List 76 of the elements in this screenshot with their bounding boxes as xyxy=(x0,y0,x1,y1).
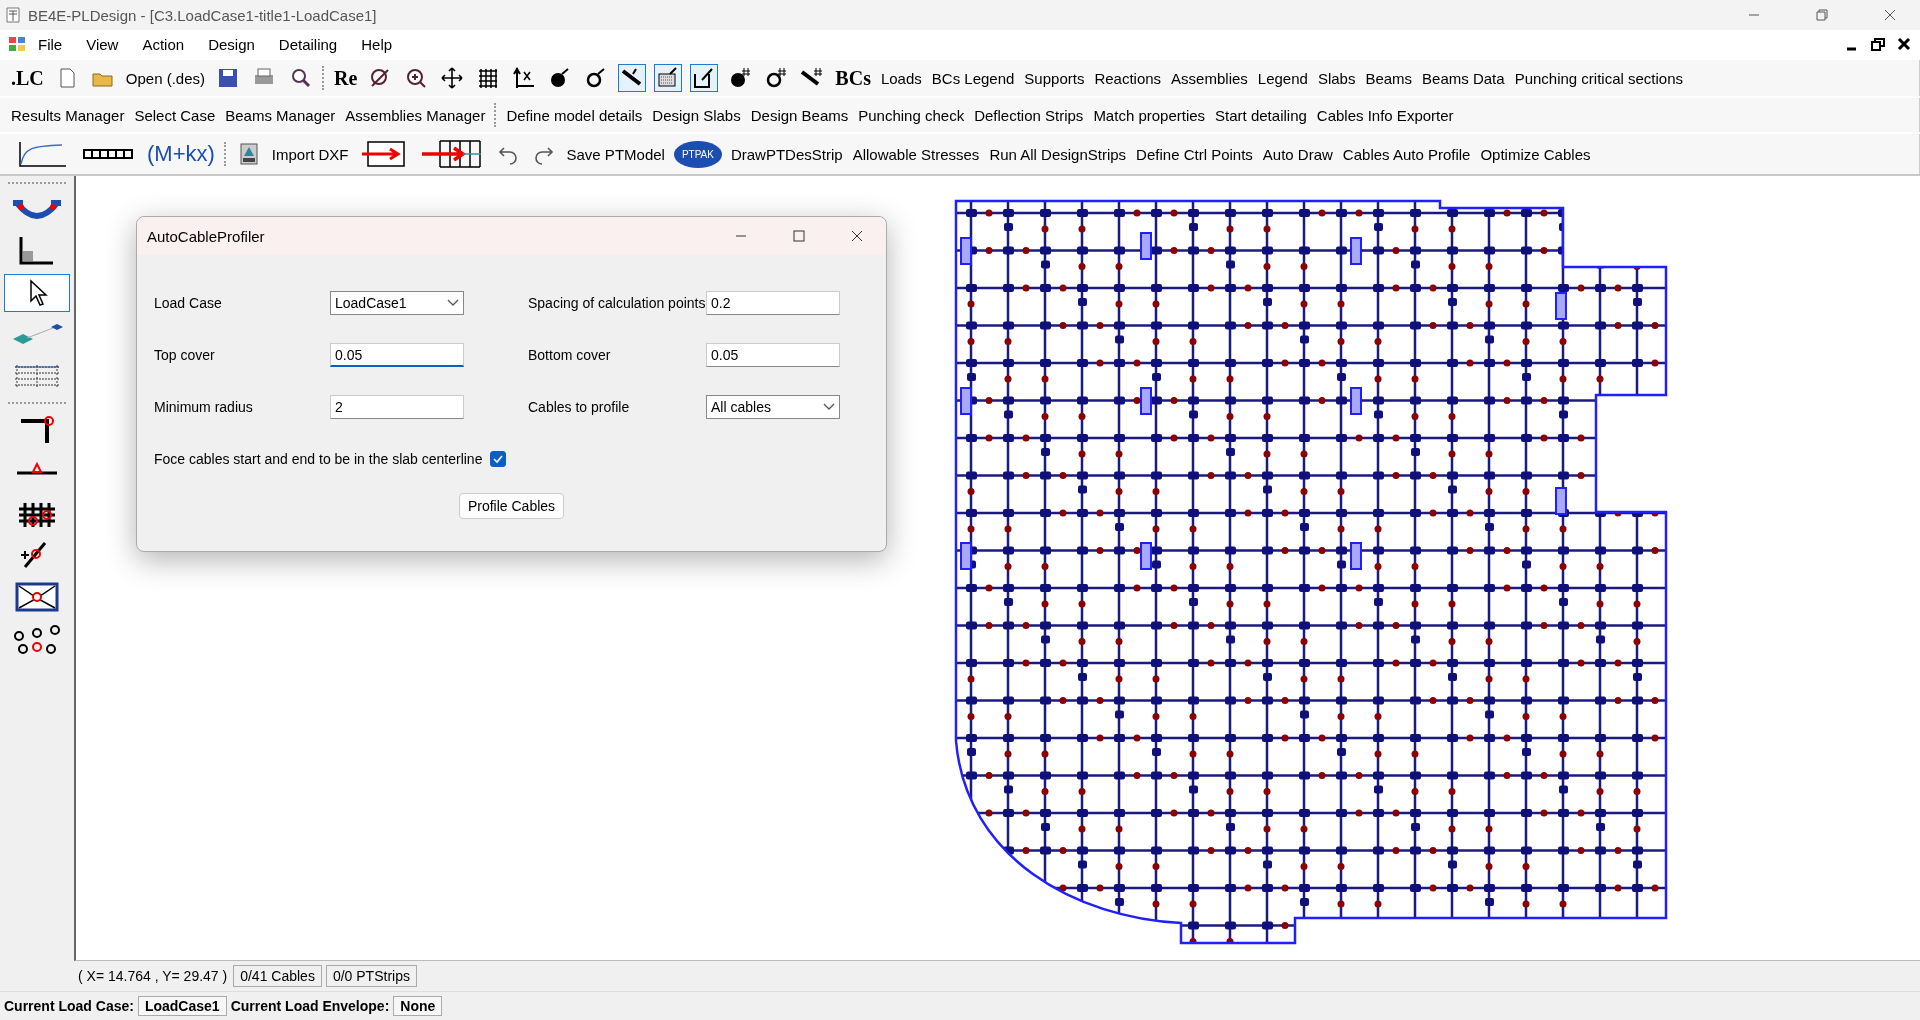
toolbar-button[interactable]: Allowable Stresses xyxy=(851,143,981,165)
field-label: Load Case xyxy=(154,295,223,311)
status-value: LoadCase1 xyxy=(137,996,227,1016)
toolbar-button[interactable]: Beams Data xyxy=(1421,67,1506,89)
dropdown[interactable]: LoadCase1 xyxy=(330,291,464,315)
toolbar-button[interactable]: BCs Legend xyxy=(930,67,1016,89)
toolbar-button[interactable]: Punching critical sections xyxy=(1513,67,1685,89)
toolbar-button[interactable]: Define model details xyxy=(505,104,644,126)
toolbar-button[interactable]: Reactions xyxy=(1093,67,1163,89)
input-field[interactable]: 0.2 xyxy=(706,291,840,315)
menu-item[interactable]: Action xyxy=(130,32,197,56)
toolbar-button[interactable]: .LC xyxy=(10,64,45,92)
toolbar-button[interactable]: Supports xyxy=(1023,67,1086,89)
toolbar-button[interactable]: Auto Draw xyxy=(1261,143,1334,165)
dialog-title: AutoCableProfiler xyxy=(147,227,266,245)
maximize-icon[interactable] xyxy=(793,230,805,242)
toolbar-button[interactable]: Cables Info Exporter xyxy=(1315,104,1455,126)
field-label: Top cover xyxy=(154,347,216,363)
ptpak-button[interactable]: PTPAK xyxy=(673,140,722,168)
menu-item[interactable]: Design xyxy=(196,32,267,56)
coordinates-text: ( X= 14.764 , Y= 29.47 ) xyxy=(78,968,229,984)
status-cell: 0/41 Cables xyxy=(233,965,322,987)
field-label: Bottom cover xyxy=(528,347,612,363)
input-field[interactable]: 0.05 xyxy=(706,343,840,367)
toolbar-button[interactable]: DrawPTDesStrip xyxy=(729,143,844,165)
toolbar-button[interactable]: Open (.des) xyxy=(124,67,206,89)
toolbar-button[interactable]: Cables Auto Profile xyxy=(1341,143,1472,165)
toolbar-button[interactable]: Beams xyxy=(1364,67,1414,89)
input-field[interactable]: 0.05 xyxy=(330,343,464,367)
checkbox[interactable] xyxy=(490,451,507,467)
toolbar-button[interactable]: Define Ctrl Points xyxy=(1135,143,1254,165)
toolbar-button[interactable]: Assemblies xyxy=(1170,67,1249,89)
status-value: None xyxy=(393,996,443,1016)
menu-item[interactable]: Help xyxy=(349,32,405,56)
checkbox-label: Foce cables start and end to be in the slab centerline xyxy=(154,451,483,467)
status-cell: 0/0 PTStrips xyxy=(325,965,417,987)
field-label: Minimum radius xyxy=(154,399,254,415)
field-label: Cables to profile xyxy=(528,399,631,415)
toolbar-button[interactable]: Punching check xyxy=(857,104,966,126)
profile-cables-button[interactable]: Profile Cables xyxy=(458,493,565,519)
toolbar-button[interactable]: Run All DesignStrips xyxy=(988,143,1128,165)
dropdown[interactable]: All cables xyxy=(706,395,840,419)
caret-icon xyxy=(823,403,835,411)
toolbar-button[interactable]: Loads xyxy=(879,67,923,89)
restore-icon[interactable] xyxy=(1816,9,1828,21)
menu-item[interactable]: View xyxy=(74,32,131,56)
restore-button[interactable] xyxy=(1870,36,1886,52)
close-icon[interactable] xyxy=(851,230,863,242)
field-label: Spacing of calculation points xyxy=(528,295,706,311)
input-field[interactable]: 2 xyxy=(330,395,464,419)
toolbar-button[interactable]: BCs xyxy=(834,64,872,92)
toolbar-button[interactable]: Legend xyxy=(1256,67,1309,89)
toolbar-button[interactable]: Save PTModel xyxy=(565,143,666,165)
menu-item[interactable]: Detailing xyxy=(266,32,350,56)
toolbar-button[interactable]: Deflection Strips xyxy=(973,104,1085,126)
toolbar-button[interactable]: Design Beams xyxy=(749,104,850,126)
window-title: BE4E-PLDesign - [C3.LoadCase1-title1-LoadCase1] xyxy=(28,6,378,24)
caret-icon xyxy=(447,299,459,307)
status-label: Current Load Case: xyxy=(4,998,134,1014)
formula-button[interactable]: (M+kx) xyxy=(146,139,216,169)
app-icon xyxy=(6,7,20,23)
toolbar-button[interactable]: Beams Manager xyxy=(224,104,337,126)
status-label: Current Load Envelope: xyxy=(230,998,390,1014)
toolbar-button[interactable]: Slabs xyxy=(1316,67,1357,89)
close-button[interactable] xyxy=(1896,36,1912,52)
toolbar-button[interactable]: Start detailing xyxy=(1214,104,1308,126)
toolbar-button[interactable]: Import DXF xyxy=(270,143,350,165)
toolbar-button[interactable]: Optimize Cables xyxy=(1479,143,1592,165)
close-icon[interactable] xyxy=(1884,9,1896,21)
toolbar-button[interactable]: Design Slabs xyxy=(651,104,742,126)
toolbar-button[interactable]: Re xyxy=(333,64,359,92)
toolbar-button[interactable]: Select Case xyxy=(133,104,217,126)
menu-item[interactable]: File xyxy=(26,32,75,56)
toolbar-button[interactable]: Assemblies Manager xyxy=(344,104,487,126)
toolbar-button[interactable]: Match properties xyxy=(1092,104,1207,126)
toolbar-button[interactable]: Results Manager xyxy=(10,104,126,126)
